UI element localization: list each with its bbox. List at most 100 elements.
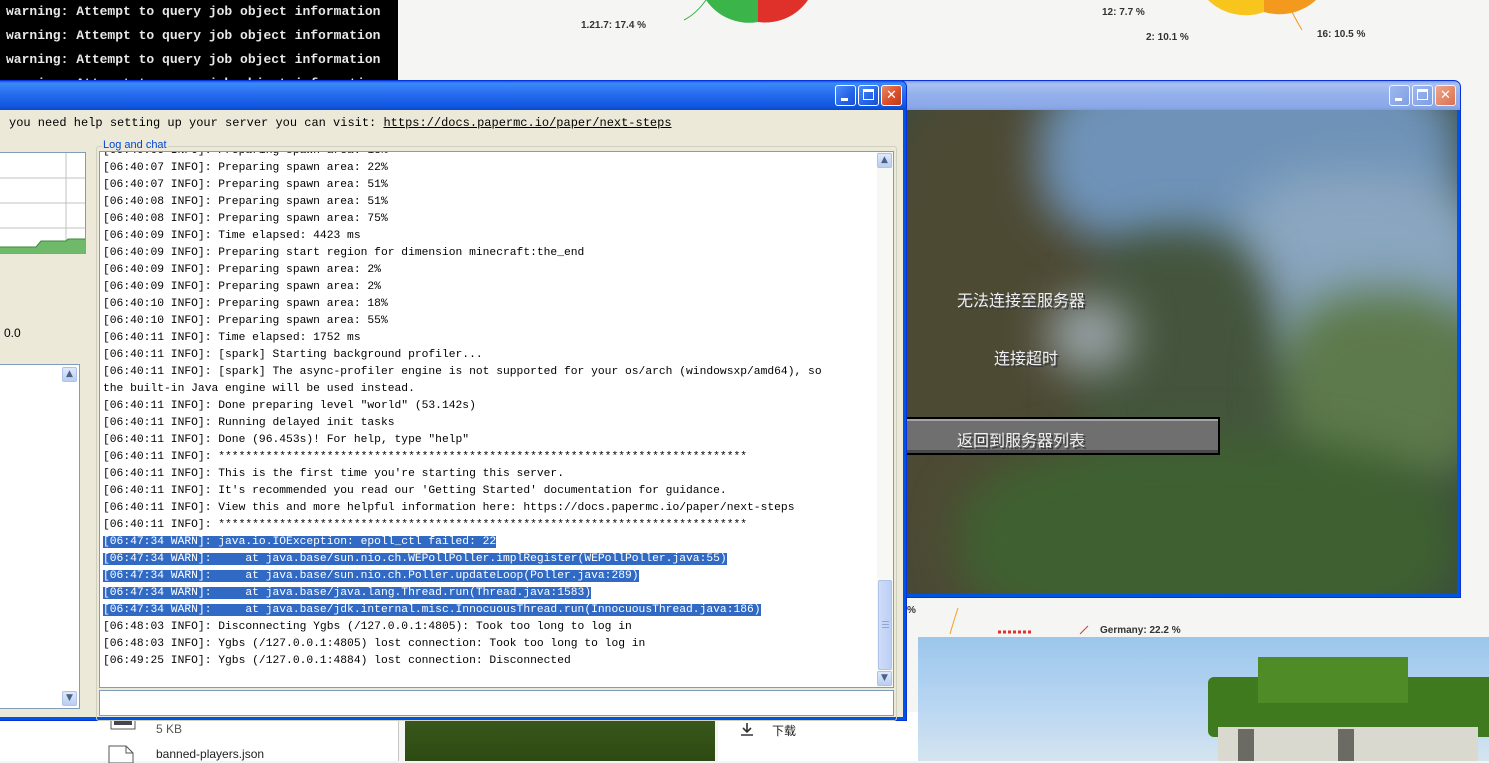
blur-grass: [959, 440, 1457, 594]
stats-value: 0.0: [4, 326, 21, 340]
download-icon[interactable]: [740, 722, 754, 736]
log-line-text: [06:40:11 INFO]: This is the first time …: [103, 468, 564, 480]
file-name[interactable]: banned-players.json: [156, 747, 264, 761]
minecraft-window: ✕ 无法连接至服务器 连接超时 返回到服务器列表: [895, 80, 1461, 598]
server-body: you need help setting up your server you…: [0, 110, 903, 721]
log-line-text: [06:40:06 INFO]: Preparing spawn area: 1…: [103, 151, 388, 157]
chevron-down-icon: ▼: [881, 673, 888, 683]
memory-graph-plot: [0, 153, 85, 253]
log-line-text: [06:40:09 INFO]: Preparing start region …: [103, 247, 585, 259]
log-line: [06:40:09 INFO]: Preparing start region …: [103, 245, 873, 262]
log-line-text: [06:47:34 WARN]: at java.base/java.lang.…: [103, 587, 592, 599]
log-line-text: [06:49:25 INFO]: Ygbs (/127.0.0.1:4884) …: [103, 655, 571, 667]
log-line: [06:40:11 INFO]: [spark] Starting backgr…: [103, 347, 873, 364]
log-line: [06:40:11 INFO]: ***********************…: [103, 517, 873, 534]
minecraft-screenshot: [918, 637, 1489, 761]
log-group-label: Log and chat: [102, 139, 168, 151]
close-icon: ✕: [1440, 88, 1451, 103]
log-line-text: [06:40:07 INFO]: Preparing spawn area: 2…: [103, 162, 388, 174]
memory-graph: [0, 152, 86, 254]
log-line-text: [06:40:11 INFO]: Done (96.453s)! For hel…: [103, 434, 470, 446]
scroll-up-button[interactable]: ▲: [62, 367, 77, 382]
log-line-text: [06:47:34 WARN]: at java.base/jdk.intern…: [103, 604, 761, 616]
log-line: [06:40:11 INFO]: Running delayed init ta…: [103, 415, 873, 432]
console-line: warning: Attempt to query job object inf…: [6, 52, 381, 67]
close-button[interactable]: ✕: [1435, 85, 1456, 106]
chevron-up-icon: ▲: [881, 155, 888, 165]
pie-chart-bottom: [949, 607, 1089, 635]
minimize-button[interactable]: [1389, 85, 1410, 106]
pie-label: 12: 7.7 %: [1102, 7, 1145, 18]
close-icon: ✕: [886, 88, 897, 103]
maximize-icon: [863, 89, 874, 100]
scroll-down-button[interactable]: ▼: [877, 671, 892, 686]
log-line: [06:40:09 INFO]: Preparing spawn area: 2…: [103, 279, 873, 296]
minimize-button[interactable]: [835, 85, 856, 106]
log-line: [06:40:07 INFO]: Preparing spawn area: 2…: [103, 160, 873, 177]
back-to-server-list-button[interactable]: 返回到服务器列表: [899, 417, 1220, 455]
log-line-text: [06:47:34 WARN]: at java.base/sun.nio.ch…: [103, 570, 639, 582]
help-text: you need help setting up your server you…: [9, 116, 672, 130]
log-line: [06:47:34 WARN]: at java.base/sun.nio.ch…: [103, 551, 873, 568]
chevron-down-icon: ▼: [66, 693, 73, 703]
connection-failed-title: 无法连接至服务器: [957, 291, 1086, 310]
log-line: the built-in Java engine will be used in…: [103, 381, 873, 398]
log-line-text: [06:40:11 INFO]: Done preparing level "w…: [103, 400, 476, 412]
log-line-text: [06:40:08 INFO]: Preparing spawn area: 7…: [103, 213, 388, 225]
log-line-text: [06:40:11 INFO]: [spark] Starting backgr…: [103, 349, 483, 361]
server-gui-window: ✕ you need help setting up your server y…: [0, 80, 907, 721]
log-line-text: [06:47:34 WARN]: java.io.IOException: ep…: [103, 536, 497, 548]
log-line: [06:47:34 WARN]: at java.base/java.lang.…: [103, 585, 873, 602]
log-line-text: the built-in Java engine will be used in…: [103, 383, 415, 395]
log-and-chat-panel: Log and chat [06:40:06 INFO]: Preparing …: [96, 139, 897, 721]
log-line: [06:40:08 INFO]: Preparing spawn area: 5…: [103, 194, 873, 211]
scroll-up-button[interactable]: ▲: [877, 153, 892, 168]
minecraft-title-bar[interactable]: ✕: [896, 81, 1460, 110]
maximize-button[interactable]: [1412, 85, 1433, 106]
log-line: [06:40:08 INFO]: Preparing spawn area: 7…: [103, 211, 873, 228]
log-line-text: [06:40:11 INFO]: View this and more help…: [103, 502, 795, 514]
docs-link[interactable]: https://docs.papermc.io/paper/next-steps: [383, 116, 671, 130]
help-text-prefix: you need help setting up your server you…: [9, 116, 384, 130]
log-line: [06:40:11 INFO]: View this and more help…: [103, 500, 873, 517]
log-line: [06:48:03 INFO]: Disconnecting Ygbs (/12…: [103, 619, 873, 636]
log-line: [06:47:34 WARN]: java.io.IOException: ep…: [103, 534, 873, 551]
json-file-icon[interactable]: [108, 745, 134, 763]
log-line-text: [06:40:11 INFO]: It's recommended you re…: [103, 485, 727, 497]
tree-leaves: [1258, 657, 1408, 703]
log-line-text: [06:48:03 INFO]: Ygbs (/127.0.0.1:4805) …: [103, 638, 646, 650]
log-line: [06:40:11 INFO]: [spark] The async-profi…: [103, 364, 873, 381]
log-lines: [06:40:06 INFO]: Preparing spawn area: 1…: [103, 151, 873, 670]
scroll-thumb[interactable]: [878, 580, 892, 670]
pie-label: 16: 10.5 %: [1317, 29, 1366, 40]
log-line: [06:40:09 INFO]: Preparing spawn area: 2…: [103, 262, 873, 279]
log-line-text: [06:40:07 INFO]: Preparing spawn area: 5…: [103, 179, 388, 191]
command-input[interactable]: [99, 690, 894, 716]
log-line: [06:40:11 INFO]: Done (96.453s)! For hel…: [103, 432, 873, 449]
player-list[interactable]: ▲ ▼: [0, 364, 80, 709]
pie-chart-right: [1208, 0, 1316, 31]
scroll-down-button[interactable]: ▼: [62, 691, 77, 706]
close-button[interactable]: ✕: [881, 85, 902, 106]
log-line-text: [06:40:09 INFO]: Preparing spawn area: 2…: [103, 264, 381, 276]
minecraft-screen: 无法连接至服务器 连接超时 返回到服务器列表: [899, 110, 1457, 594]
pie-chart-left: [683, 0, 808, 23]
minimize-icon: [841, 98, 848, 101]
log-line-text: [06:40:11 INFO]: ***********************…: [103, 451, 748, 463]
log-line-text: [06:40:08 INFO]: Preparing spawn area: 5…: [103, 196, 388, 208]
log-line: [06:40:07 INFO]: Preparing spawn area: 5…: [103, 177, 873, 194]
download-label[interactable]: 下载: [772, 722, 796, 739]
server-title-bar[interactable]: ✕: [0, 81, 906, 110]
log-scrollbar[interactable]: ▲ ▼: [877, 152, 893, 687]
pie-label: 2: 10.1 %: [1146, 32, 1189, 43]
log-text-area[interactable]: [06:40:06 INFO]: Preparing spawn area: 1…: [99, 151, 894, 688]
maximize-button[interactable]: [858, 85, 879, 106]
log-line: [06:40:09 INFO]: Time elapsed: 4423 ms: [103, 228, 873, 245]
log-line-text: [06:40:11 INFO]: ***********************…: [103, 519, 748, 531]
console-line: warning: Attempt to query job object inf…: [6, 28, 381, 43]
console-window: warning: Attempt to query job object inf…: [0, 0, 398, 82]
log-line: [06:47:34 WARN]: at java.base/sun.nio.ch…: [103, 568, 873, 585]
log-line: [06:48:03 INFO]: Ygbs (/127.0.0.1:4805) …: [103, 636, 873, 653]
log-line: [06:40:11 INFO]: ***********************…: [103, 449, 873, 466]
log-line: [06:40:10 INFO]: Preparing spawn area: 1…: [103, 296, 873, 313]
